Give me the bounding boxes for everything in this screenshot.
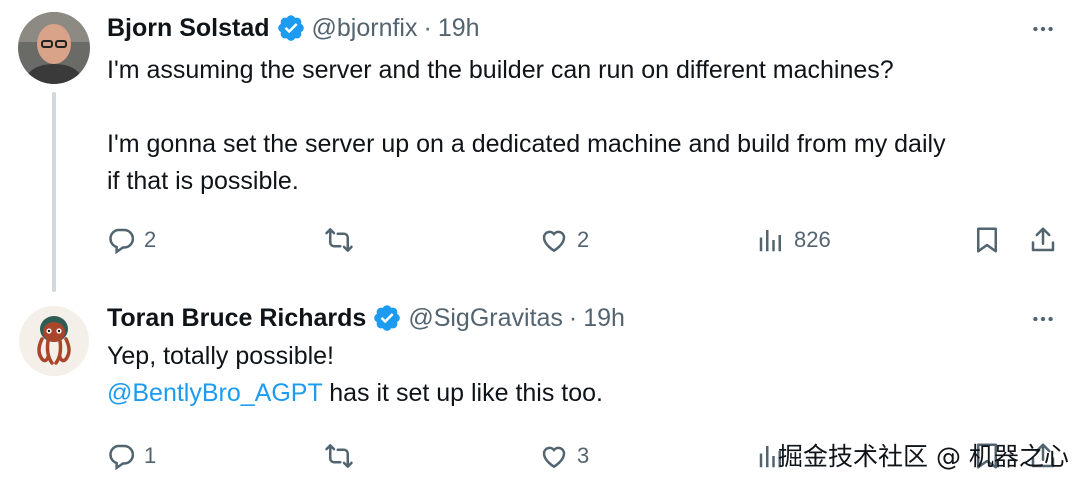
views-icon (759, 230, 781, 252)
avatar-toran[interactable] (18, 305, 90, 377)
avatar-bjorn[interactable] (18, 12, 90, 84)
like-button[interactable]: 3 (539, 436, 589, 476)
share-button[interactable] (1028, 220, 1058, 260)
repost-button[interactable] (324, 436, 354, 476)
tweet-text: Yep, totally possible! @BentlyBro_AGPT h… (107, 338, 1062, 412)
reply-count: 2 (144, 227, 157, 252)
tweet-line-rest: has it set up like this too. (322, 379, 603, 407)
like-count: 2 (577, 227, 590, 252)
repost-icon (325, 444, 353, 468)
reply-icon (109, 228, 135, 255)
more-icon[interactable] (1028, 304, 1058, 334)
tweet-header: Bjorn Solstad @bjornfix · 19h (107, 11, 480, 45)
verified-badge-icon (374, 305, 401, 331)
author-handle[interactable]: @bjornfix (312, 14, 418, 43)
tweet-line: if that is possible. (107, 167, 299, 195)
verified-badge-icon (277, 15, 304, 41)
bookmark-icon (977, 227, 997, 253)
reply-count: 1 (144, 443, 157, 468)
more-icon[interactable] (1028, 14, 1058, 44)
separator-dot: · (423, 13, 432, 42)
like-count: 3 (577, 443, 590, 468)
reply-icon (109, 444, 135, 471)
tweet-header: Toran Bruce Richards @SigGravitas · 19h (107, 301, 625, 335)
timestamp[interactable]: 19h (583, 304, 625, 333)
author-handle[interactable]: @SigGravitas (408, 304, 563, 333)
share-icon (1031, 227, 1055, 252)
reply-button[interactable]: 2 (106, 220, 156, 260)
reply-button[interactable]: 1 (106, 436, 156, 476)
thread-line (52, 92, 56, 292)
like-button[interactable]: 2 (539, 220, 589, 260)
repost-button[interactable] (324, 220, 354, 260)
timestamp[interactable]: 19h (438, 14, 480, 43)
tweet-line: Yep, totally possible! (107, 342, 335, 370)
action-bar: 2 2 826 (106, 220, 1066, 260)
tweet-text: I'm assuming the server and the builder … (107, 52, 1062, 200)
author-name[interactable]: Toran Bruce Richards (107, 304, 366, 333)
bookmark-button[interactable] (972, 220, 1002, 260)
author-name[interactable]: Bjorn Solstad (107, 14, 270, 43)
watermark: 掘金技术社区 @ 机器之心 (778, 442, 1069, 471)
like-icon (542, 446, 566, 469)
tweet-bjorn[interactable]: Bjorn Solstad @bjornfix · 19h I'm assumi… (0, 0, 1080, 295)
views-count: 826 (794, 227, 831, 252)
tweet-line: @BentlyBro_AGPT has it set up like this … (107, 375, 1062, 412)
tweet-line: I'm assuming the server and the builder … (107, 56, 894, 84)
mention-link[interactable]: @BentlyBro_AGPT (107, 379, 322, 407)
views-button[interactable]: 826 (756, 220, 831, 260)
tweet-line: I'm gonna set the server up on a dedicat… (107, 130, 946, 158)
separator-dot: · (568, 303, 578, 332)
like-icon (542, 230, 566, 253)
repost-icon (325, 228, 353, 252)
